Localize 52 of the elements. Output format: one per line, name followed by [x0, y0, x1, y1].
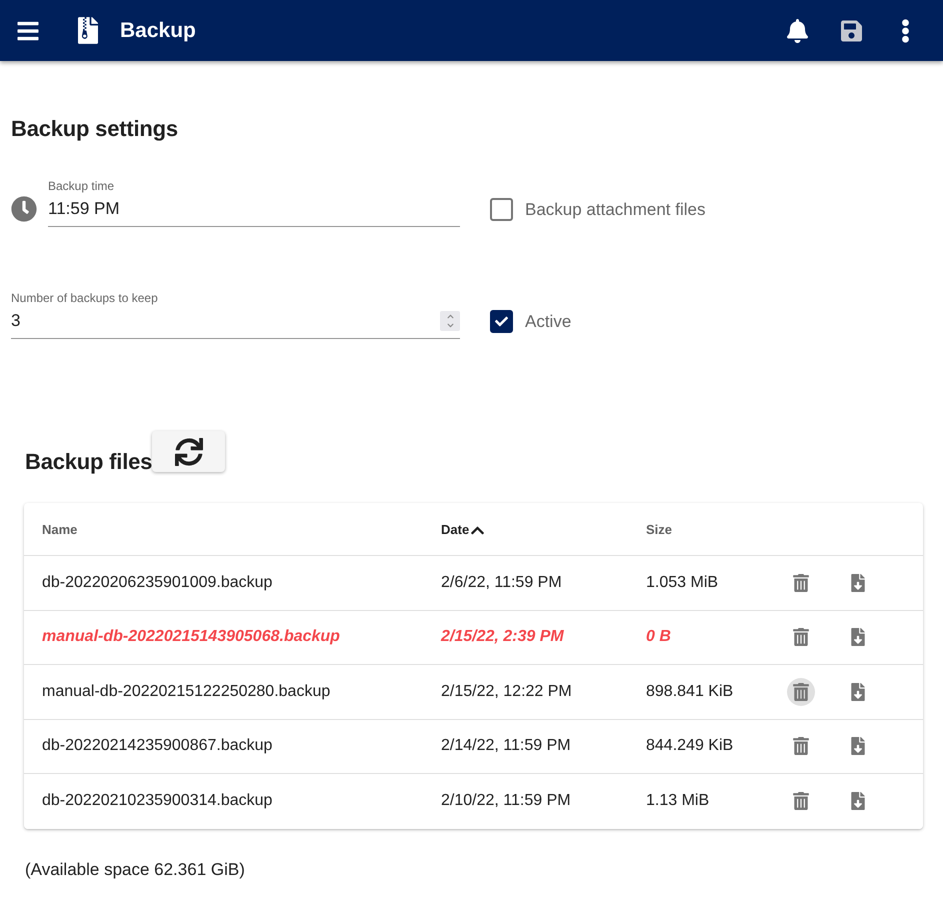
date-cell: 2/15/22, 12:22 PM: [441, 682, 572, 701]
file-name-cell: db-20220206235901009.backup: [42, 574, 272, 592]
date-cell: 2/6/22, 11:59 PM: [441, 574, 562, 592]
file-name-cell: manual-db-20220215122250280.backup: [42, 682, 330, 701]
field-label: Number of backups to keep: [11, 291, 158, 305]
column-header[interactable]: Date: [441, 520, 486, 538]
refresh-button[interactable]: [152, 431, 226, 472]
column-header[interactable]: Size: [646, 522, 672, 536]
save-icon: [840, 18, 862, 42]
file-name-cell: manual-db-20220215143905068.backup: [42, 628, 340, 646]
refresh-icon: [174, 438, 203, 466]
trash-icon: [793, 792, 809, 810]
size-cell: 1.053 MiB: [646, 574, 718, 592]
number-spinner[interactable]: [440, 311, 460, 331]
file-name-cell: db-20220210235900314.backup: [42, 792, 272, 810]
field-label: Backup time: [48, 179, 114, 193]
check-icon: [495, 315, 508, 328]
bell-icon: [786, 18, 808, 42]
checkbox[interactable]: [490, 310, 513, 333]
file-download-icon: [851, 628, 865, 646]
trash-icon: [793, 682, 809, 701]
trash-icon: [793, 628, 809, 646]
size-cell: 844.249 KiB: [646, 737, 734, 756]
more-icon: [900, 18, 910, 42]
number-input[interactable]: 3: [11, 310, 440, 332]
file-download-icon: [851, 574, 865, 592]
file-name-cell: db-20220214235900867.backup: [42, 737, 272, 756]
delete-button[interactable]: [787, 678, 815, 706]
file-download-icon: [851, 792, 865, 810]
checkbox[interactable]: [490, 198, 513, 221]
available-space-text: (Available space 62.361 GiB): [25, 860, 246, 880]
trash-icon: [793, 737, 809, 756]
size-cell: 1.13 MiB: [646, 792, 710, 810]
file-download-icon: [851, 682, 865, 701]
column-header[interactable]: Name: [42, 522, 78, 536]
section-title: Backup settings: [11, 115, 179, 143]
size-cell: 0 B: [646, 628, 671, 646]
date-cell: 2/10/22, 11:59 PM: [441, 792, 571, 810]
zip-file-icon: [78, 17, 98, 44]
chevron-up-icon: [446, 313, 454, 320]
file-download-icon: [851, 737, 865, 756]
date-cell: 2/14/22, 11:59 PM: [441, 737, 571, 756]
date-cell: 2/15/22, 2:39 PM: [441, 628, 564, 646]
section-title: Backup files: [25, 448, 152, 476]
size-cell: 898.841 KiB: [646, 682, 734, 701]
chevron-down-icon: [446, 322, 454, 329]
app-title: Backup: [120, 18, 196, 44]
checkbox-label: Backup attachment files: [525, 198, 706, 220]
clock-icon: [11, 196, 37, 222]
checkbox-label: Active: [525, 310, 572, 332]
trash-icon: [793, 574, 809, 592]
time-input[interactable]: 11:59 PM: [48, 198, 460, 220]
